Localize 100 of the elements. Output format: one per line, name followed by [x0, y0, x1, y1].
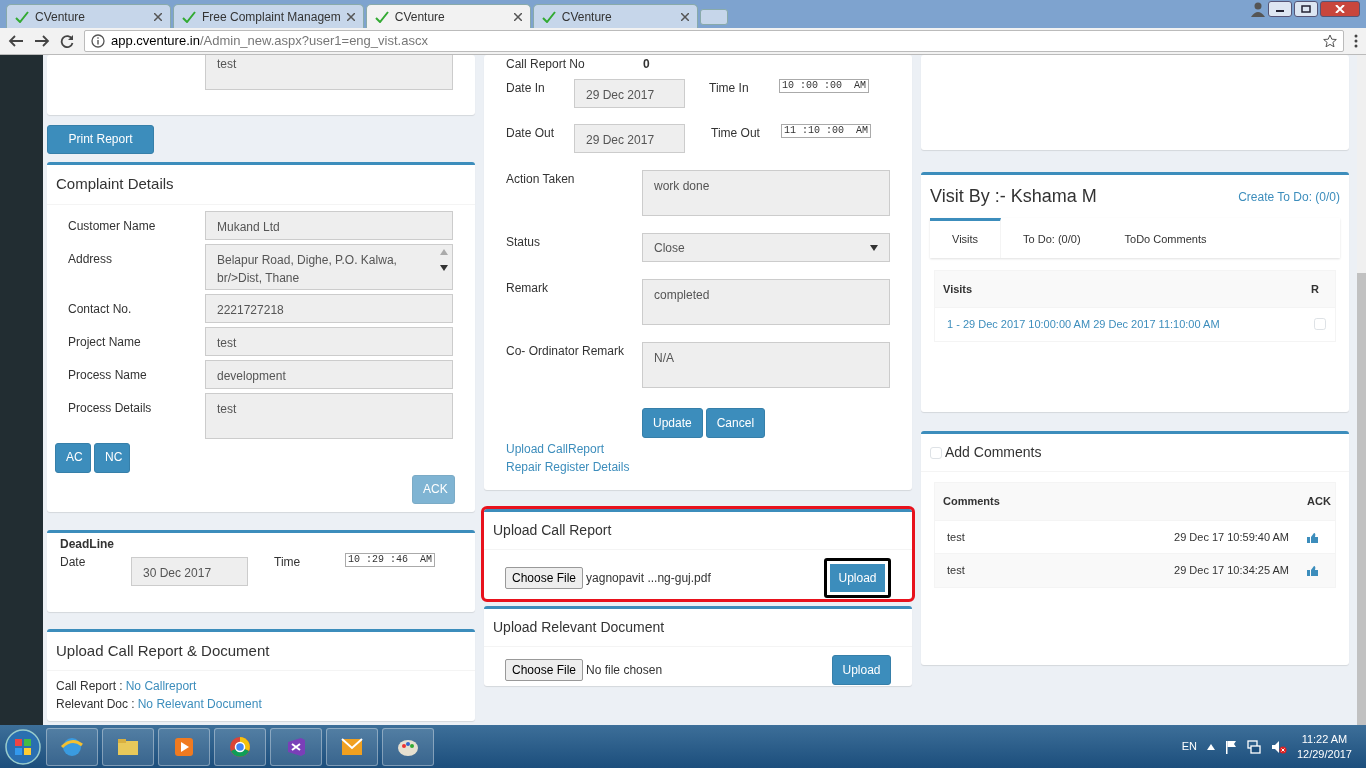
close-icon[interactable] [154, 12, 162, 21]
select-field[interactable]: Close [642, 233, 890, 262]
text-area[interactable]: test [205, 392, 453, 439]
close-icon[interactable] [680, 12, 689, 21]
taskbar-button[interactable] [214, 727, 266, 766]
taskbar-button[interactable] [326, 727, 378, 766]
muted-speaker-icon[interactable] [1270, 739, 1287, 754]
panel-title: Visit By :- Kshama M [930, 185, 1097, 208]
link[interactable]: No Callreport [125, 677, 197, 695]
input-field[interactable]: 29 Dec 2017 [574, 79, 685, 108]
file-name: yagnopavit ...ng-guj.pdf [586, 570, 711, 587]
input-field[interactable]: 30 Dec 2017 [131, 556, 248, 586]
upload-button[interactable]: Upload [824, 558, 891, 598]
reload-icon[interactable] [60, 34, 74, 48]
field-label: Date In [506, 80, 546, 97]
taskbar-button[interactable] [158, 727, 210, 766]
thumbs-up-icon[interactable] [1307, 532, 1318, 543]
field-label: Date Out [506, 125, 556, 142]
close-icon[interactable] [346, 12, 355, 21]
text-area[interactable]: N/A [642, 342, 890, 388]
link[interactable]: No Relevant Document [137, 695, 262, 713]
section-title: DeadLine [60, 535, 115, 553]
checkmark-icon [15, 10, 29, 23]
tab-title: Free Complaint Managem [202, 8, 341, 26]
field-label: Co- Ordinator Remark [506, 343, 626, 360]
field-label: Contact No. [67, 300, 133, 318]
taskbar-button[interactable] [270, 727, 322, 766]
checkbox[interactable] [1314, 318, 1326, 331]
text-area[interactable]: completed [642, 279, 890, 325]
link[interactable]: Repair Register Details [506, 458, 890, 476]
caret-icon [870, 244, 878, 251]
taskbar-button[interactable] [382, 727, 434, 766]
minimize-button[interactable] [1268, 1, 1292, 17]
action-button[interactable]: NC [94, 442, 130, 473]
tab[interactable]: Visits [930, 218, 1002, 258]
field-label: Time Out [711, 125, 761, 142]
back-icon[interactable] [8, 34, 24, 48]
restore-button[interactable] [1294, 1, 1318, 17]
circle-icon [228, 734, 252, 759]
browser-tab[interactable]: CVenture [365, 4, 531, 28]
checkbox[interactable] [930, 446, 942, 459]
input-field[interactable]: test [205, 326, 453, 356]
input-field[interactable]: Mukand Ltd [205, 210, 453, 240]
flag-icon[interactable] [1224, 739, 1237, 754]
tab[interactable]: To Do: (0/0) [1001, 218, 1103, 258]
panel-title: Upload Call Report & Document [47, 631, 475, 671]
action-button[interactable]: Update [642, 408, 703, 438]
close-button[interactable] [1320, 1, 1360, 17]
monitor-icon[interactable] [1246, 739, 1261, 754]
action-button[interactable]: Cancel [705, 408, 766, 438]
table-cell-text: 29 Dec 17 10:34:25 AM [1174, 563, 1290, 578]
input-field[interactable]: 29 Dec 2017 [574, 124, 685, 153]
select-value: Close [654, 239, 685, 257]
browser-tab[interactable]: Free Complaint Managem [173, 4, 364, 28]
choose-file-button[interactable]: Choose File [505, 659, 584, 681]
tab[interactable]: ToDo Comments [1102, 218, 1229, 258]
scrollbar-thumb[interactable] [1357, 273, 1366, 725]
browser-tab[interactable]: CVenture [6, 4, 171, 28]
field-label: Process Details [67, 399, 153, 417]
link[interactable]: Create To Do: (0/0) [1238, 187, 1340, 206]
report-number: 0 [643, 56, 650, 73]
thumbs-up-icon[interactable] [1307, 566, 1318, 577]
text-area[interactable]: Belapur Road, Dighe, P.O. Kalwa, br/>Dist, Thane [205, 243, 453, 290]
time-field[interactable]: 10 :00 :00 AM [779, 79, 869, 93]
time-field[interactable]: 11 :10 :00 AM [781, 124, 871, 138]
star-icon[interactable] [1323, 34, 1337, 48]
action-button[interactable]: AC [55, 442, 91, 473]
tab-title: CVenture [561, 8, 613, 26]
menu-icon[interactable] [1354, 34, 1358, 48]
tab-title: CVenture [35, 8, 87, 26]
forward-icon[interactable] [34, 34, 50, 48]
close-icon[interactable] [513, 12, 522, 21]
clock[interactable]: 11:22 AM 12/29/2017 [1296, 732, 1352, 761]
caret-icon[interactable] [1206, 743, 1215, 750]
choose-file-button[interactable]: Choose File [505, 567, 584, 589]
taskbar-button[interactable] [102, 727, 154, 766]
time-field[interactable]: 10 :29 :46 AM [345, 552, 435, 567]
input-field[interactable]: development [205, 359, 453, 389]
print-report-button[interactable]: Print Report [47, 125, 154, 154]
upload-button[interactable]: Upload [832, 655, 891, 685]
scrollbar[interactable] [1357, 55, 1366, 725]
column-header: ACK [1299, 483, 1335, 520]
panel-title: Add Comments [945, 443, 1042, 462]
column-header: Visits [935, 270, 1303, 307]
start-button[interactable] [4, 727, 42, 766]
text-area[interactable]: work done [642, 170, 890, 216]
link[interactable]: Upload CallReport [506, 440, 890, 458]
table-cell-text: test [946, 529, 966, 545]
visit-link[interactable]: 1 - 29 Dec 2017 10:00:00 AM 29 Dec 2017 11:10:00 AM [935, 308, 1314, 341]
address-bar[interactable]: app.cventure.in/Admin_new.aspx?user1=eng_vist.ascx [84, 30, 1344, 52]
language-indicator[interactable]: EN [1181, 738, 1197, 755]
taskbar-button[interactable] [46, 727, 98, 766]
column-header: Comments [935, 483, 1299, 520]
text-area[interactable]: test [205, 55, 453, 90]
panel-title: Complaint Details [47, 165, 475, 205]
url-text: app.cventure.in/Admin_new.aspx?user1=eng_vist.ascx [111, 32, 428, 51]
input-field[interactable]: 2221727218 [205, 293, 453, 323]
field-label: Project Name [67, 333, 142, 351]
field-label: Date [60, 553, 87, 571]
browser-tab[interactable]: CVenture [532, 4, 698, 28]
